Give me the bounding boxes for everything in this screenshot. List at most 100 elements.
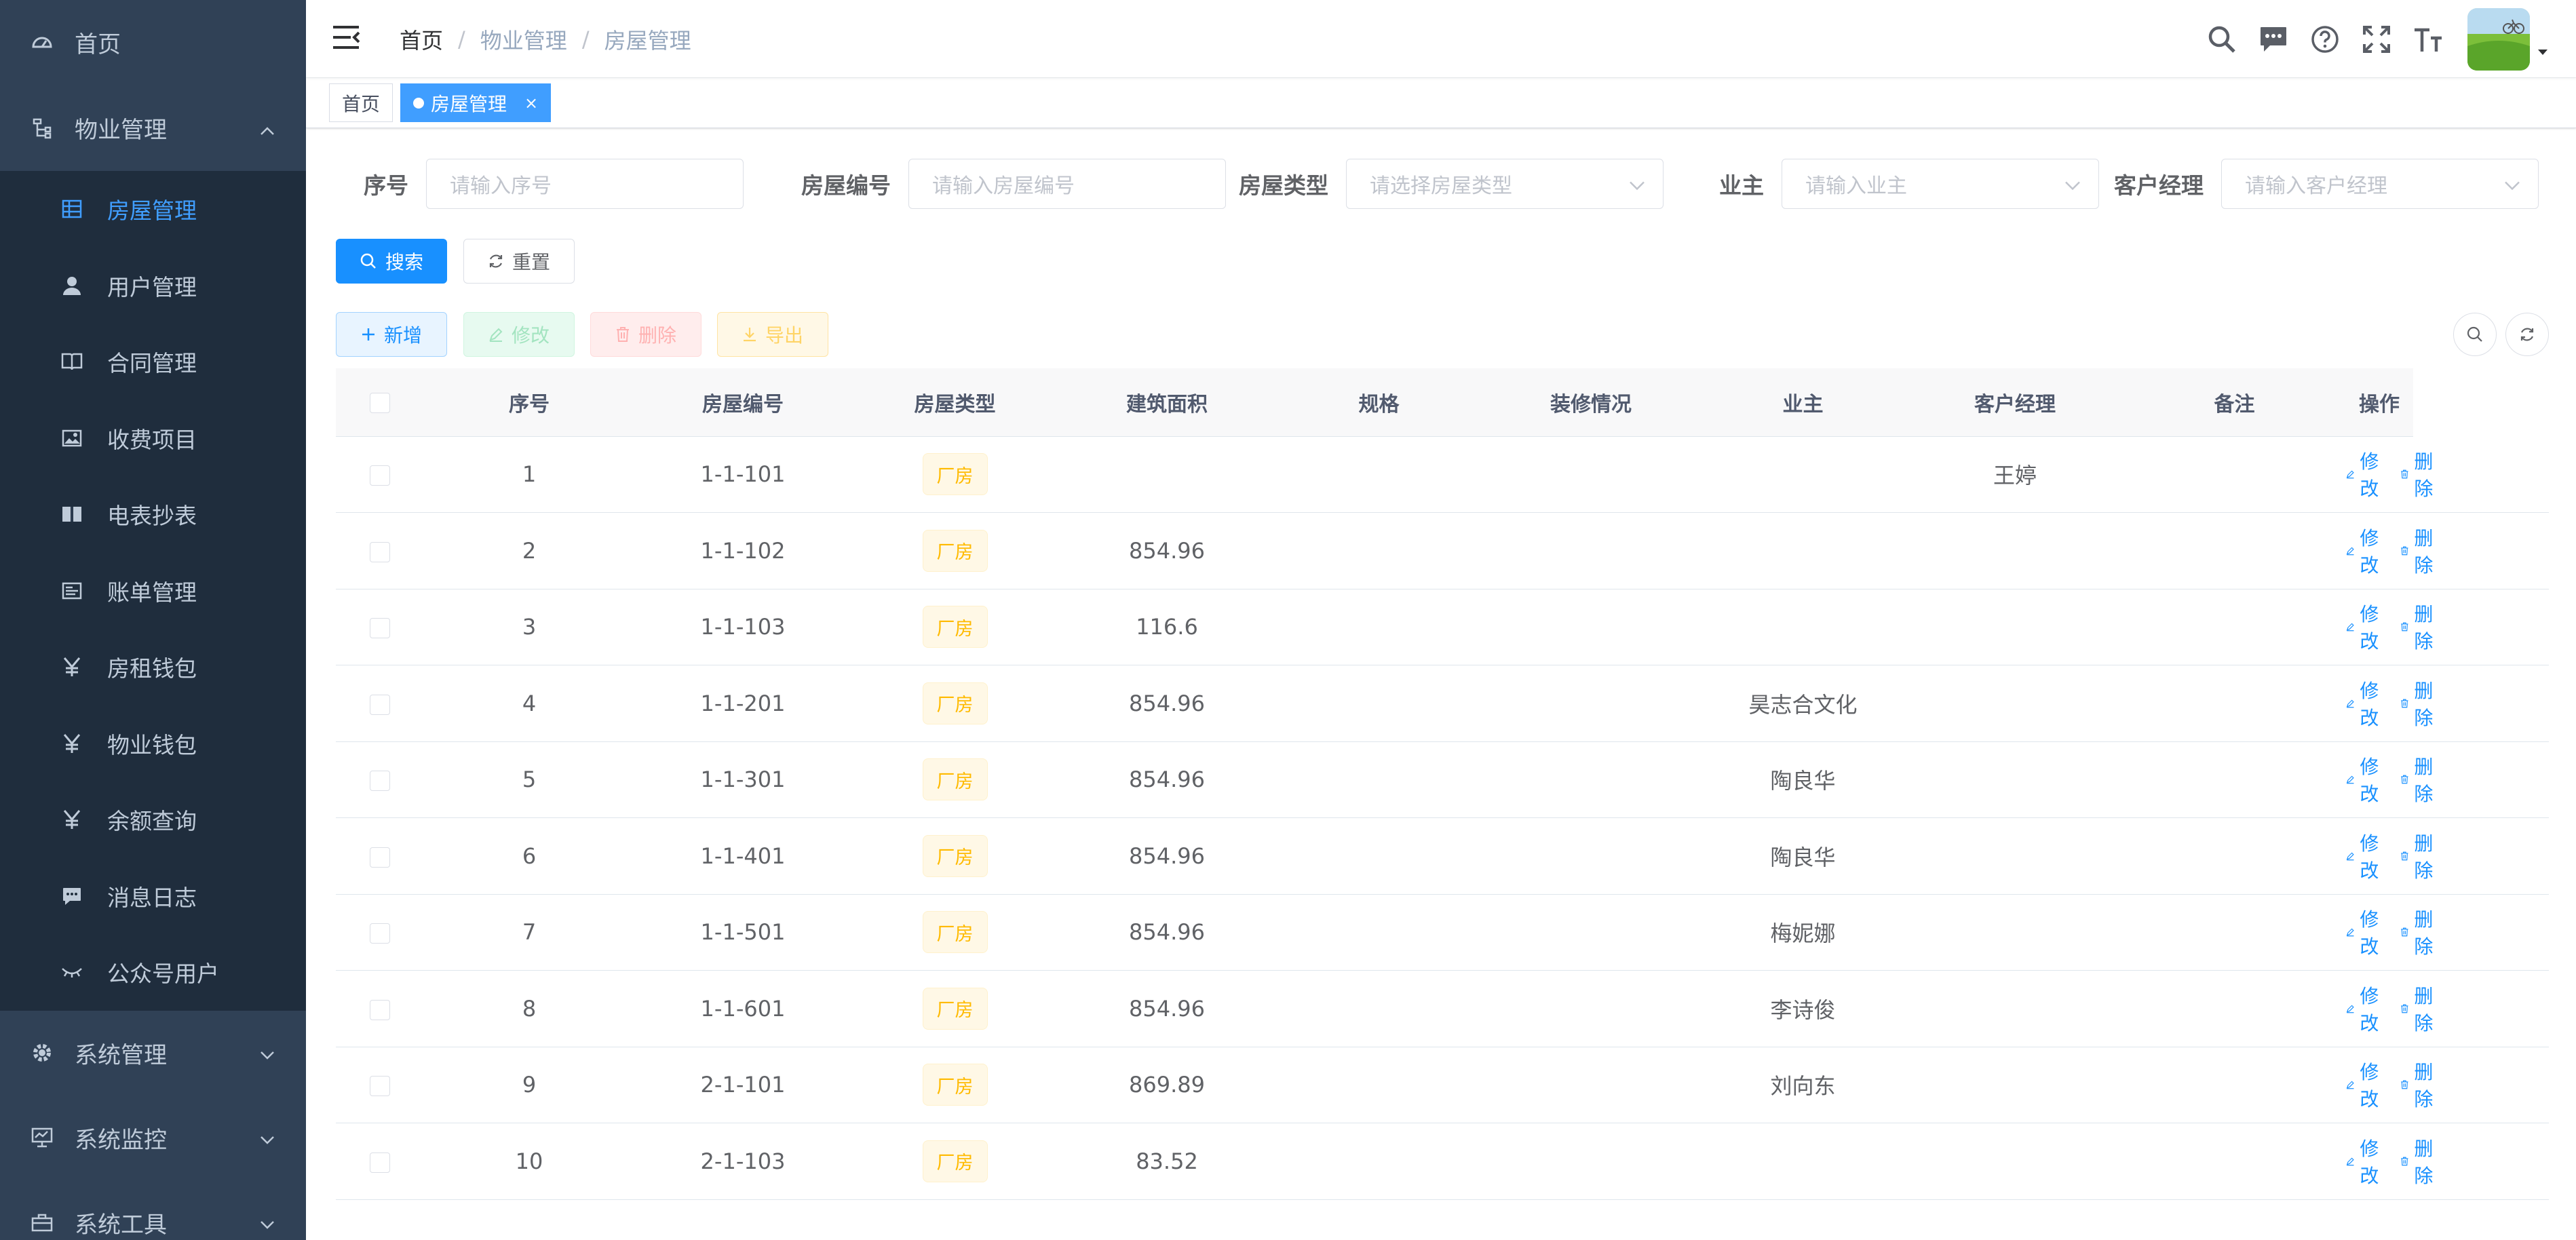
trash-icon — [2401, 1004, 2408, 1013]
row-checkbox[interactable] — [370, 999, 390, 1020]
row-delete-link[interactable]: 删除 — [2400, 829, 2436, 883]
close-icon[interactable]: × — [524, 94, 538, 113]
owner-select[interactable]: 请输入业主 — [1782, 159, 2099, 209]
row-delete-label: 删除 — [2414, 450, 2434, 501]
fullscreen-icon[interactable] — [2351, 14, 2402, 65]
search-icon[interactable] — [2196, 14, 2248, 65]
main-area: 首页 / 物业管理 / 房屋管理 首页 房屋管理 × 序号 请输入序号 房屋编号… — [306, 0, 2576, 1240]
sidebar-item-user[interactable]: 用户管理 — [0, 248, 306, 324]
trash-icon — [2401, 622, 2408, 632]
edit-button[interactable]: 修改 — [463, 312, 575, 357]
toggle-search-button[interactable] — [2453, 313, 2497, 356]
row-checkbox[interactable] — [370, 618, 390, 639]
row-delete-link[interactable]: 删除 — [2400, 447, 2436, 501]
edit-icon — [2346, 1081, 2354, 1089]
sidebar-item-rent-wallet[interactable]: 房租钱包 — [0, 629, 306, 705]
row-delete-link[interactable]: 删除 — [2400, 676, 2436, 731]
row-delete-label: 删除 — [2414, 832, 2434, 882]
row-checkbox[interactable] — [370, 847, 390, 868]
reset-button[interactable]: 重置 — [463, 239, 575, 284]
sidebar-item-contract[interactable]: 合同管理 — [0, 324, 306, 400]
chat-icon[interactable] — [2248, 14, 2299, 65]
sidebar-home-label: 首页 — [75, 31, 121, 58]
sidebar-item-message-log[interactable]: 消息日志 — [0, 858, 306, 935]
house-type-select[interactable]: 请选择房屋类型 — [1346, 159, 1664, 209]
row-edit-label: 修改 — [2360, 450, 2379, 501]
row-delete-link[interactable]: 删除 — [2400, 982, 2436, 1036]
cell-house-no: 2-1-103 — [634, 1123, 851, 1200]
sidebar-group-tools[interactable]: 系统工具 — [0, 1180, 306, 1240]
row-edit-link[interactable]: 修改 — [2346, 829, 2381, 883]
row-delete-label: 删除 — [2414, 908, 2434, 958]
row-edit-link[interactable]: 修改 — [2346, 982, 2381, 1036]
cell-house-no: 1-1-101 — [634, 436, 851, 513]
row-checkbox[interactable] — [370, 541, 390, 562]
export-button[interactable]: 导出 — [717, 312, 828, 357]
row-select-cell — [336, 665, 424, 742]
chevron-down-icon — [1629, 172, 1645, 196]
sidebar-item-property-wallet[interactable]: 物业钱包 — [0, 705, 306, 782]
row-edit-link[interactable]: 修改 — [2346, 752, 2381, 807]
sidebar-item-fees[interactable]: 收费项目 — [0, 400, 306, 477]
help-icon[interactable] — [2299, 14, 2351, 65]
sidebar-item-house[interactable]: 房屋管理 — [0, 171, 306, 248]
sidebar-item-home[interactable]: 首页 — [0, 0, 306, 85]
row-checkbox[interactable] — [370, 771, 390, 792]
row-edit-link[interactable]: 修改 — [2346, 1134, 2381, 1188]
table-row: 8 1-1-601 厂房 854.96 李诗俊 修改 删除 — [336, 970, 2549, 1047]
meter-book-icon — [60, 505, 84, 524]
sidebar-group-system[interactable]: 系统管理 — [0, 1011, 306, 1096]
row-delete-link[interactable]: 删除 — [2400, 1058, 2436, 1112]
sidebar-item-label: 物业钱包 — [107, 731, 197, 758]
row-edit-link[interactable]: 修改 — [2346, 600, 2381, 654]
caret-down-icon[interactable] — [2537, 46, 2549, 59]
cell-serial: 5 — [424, 741, 634, 818]
avatar[interactable] — [2467, 7, 2530, 71]
manager-select[interactable]: 请输入客户经理 — [2221, 159, 2539, 209]
row-edit-link[interactable]: 修改 — [2346, 1058, 2381, 1112]
row-checkbox[interactable] — [370, 1152, 390, 1173]
sidebar-item-bills[interactable]: 账单管理 — [0, 553, 306, 629]
sidebar-item-meter[interactable]: 电表抄表 — [0, 476, 306, 553]
hamburger-icon[interactable] — [330, 22, 362, 53]
sidebar-item-balance[interactable]: 余额查询 — [0, 781, 306, 858]
cell-house-no: 2-1-101 — [634, 1047, 851, 1123]
manager-label: 客户经理 — [2114, 172, 2204, 199]
row-delete-link[interactable]: 删除 — [2400, 1134, 2436, 1188]
cell-house-no: 1-1-301 — [634, 741, 851, 818]
row-edit-link[interactable]: 修改 — [2346, 676, 2381, 731]
row-checkbox[interactable] — [370, 694, 390, 715]
row-checkbox[interactable] — [370, 1076, 390, 1097]
breadcrumb-home[interactable]: 首页 — [400, 24, 443, 55]
sidebar-group-property[interactable]: 物业管理 — [0, 85, 306, 171]
sidebar-group-monitor[interactable]: 系统监控 — [0, 1096, 306, 1180]
row-delete-link[interactable]: 删除 — [2400, 905, 2436, 959]
yuan-icon — [60, 657, 84, 677]
cell-note — [2123, 589, 2345, 665]
select-all-checkbox[interactable] — [370, 392, 390, 413]
search-button[interactable]: 搜索 — [336, 239, 447, 284]
row-delete-link[interactable]: 删除 — [2400, 600, 2436, 654]
row-checkbox[interactable] — [370, 923, 390, 944]
tag-home[interactable]: 首页 — [329, 83, 393, 122]
house-no-input[interactable]: 请输入房屋编号 — [908, 159, 1226, 209]
row-delete-link[interactable]: 删除 — [2400, 524, 2436, 578]
row-select-cell — [336, 512, 424, 589]
tag-house-active[interactable]: 房屋管理 × — [400, 83, 552, 122]
cell-owner: 李诗俊 — [1699, 970, 1906, 1047]
refresh-button[interactable] — [2505, 313, 2549, 356]
row-edit-link[interactable]: 修改 — [2346, 905, 2381, 959]
row-checkbox[interactable] — [370, 465, 390, 486]
row-edit-link[interactable]: 修改 — [2346, 447, 2381, 501]
cell-house-type: 厂房 — [851, 665, 1058, 742]
cell-owner — [1699, 589, 1906, 665]
add-button[interactable]: 新增 — [336, 312, 447, 357]
row-edit-link[interactable]: 修改 — [2346, 524, 2381, 578]
serial-label: 序号 — [364, 172, 408, 199]
serial-input[interactable]: 请输入序号 — [426, 159, 744, 209]
row-delete-link[interactable]: 删除 — [2400, 752, 2436, 807]
plus-icon — [362, 328, 374, 341]
delete-button[interactable]: 删除 — [590, 312, 701, 357]
sidebar-item-wechat-users[interactable]: 公众号用户 — [0, 934, 306, 1011]
font-size-icon[interactable] — [2402, 14, 2454, 65]
